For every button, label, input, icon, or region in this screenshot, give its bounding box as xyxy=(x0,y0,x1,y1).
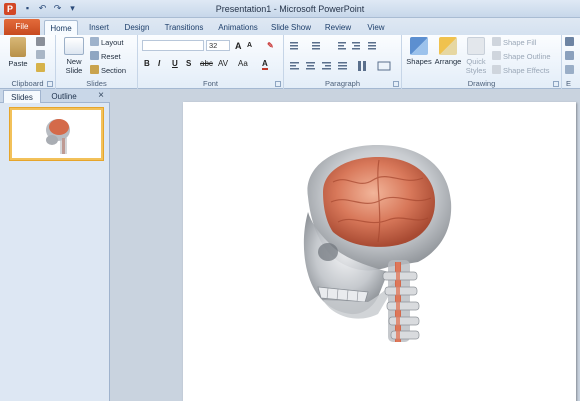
slides-group: New Slide Layout Reset Section Slides xyxy=(56,35,138,89)
paste-button[interactable]: Paste xyxy=(4,37,32,68)
shapes-label: Shapes xyxy=(406,57,432,66)
tab-review[interactable]: Review xyxy=(320,20,356,35)
thumbnail-skull-image xyxy=(46,119,70,154)
tab-insert[interactable]: Insert xyxy=(82,20,116,35)
section-button[interactable]: Section xyxy=(90,65,126,76)
tab-home[interactable]: Home xyxy=(44,20,78,35)
section-label: Section xyxy=(101,66,127,75)
font-launcher-icon[interactable] xyxy=(275,81,281,87)
format-painter-button[interactable] xyxy=(36,63,47,74)
binoculars-icon xyxy=(565,37,574,46)
arrange-button[interactable]: Arrange xyxy=(434,37,462,66)
tab-file[interactable]: File xyxy=(4,19,40,35)
copy-icon xyxy=(36,50,45,59)
slide-canvas[interactable] xyxy=(183,102,576,401)
underline-button[interactable]: U xyxy=(172,59,178,68)
paragraph-launcher-icon[interactable] xyxy=(393,81,399,87)
shadow-button[interactable]: S xyxy=(186,59,191,68)
tab-slides[interactable]: Slides xyxy=(3,90,41,103)
tab-view[interactable]: View xyxy=(362,20,390,35)
editing-group-label: E xyxy=(566,79,572,88)
arrange-label: Arrange xyxy=(434,57,462,66)
character-spacing-button[interactable]: AV xyxy=(218,59,228,68)
slide-thumbnail[interactable] xyxy=(9,107,104,161)
cursor-icon xyxy=(565,65,574,74)
pen-icon xyxy=(492,51,501,60)
copy-button[interactable] xyxy=(36,50,47,61)
shape-fill-button[interactable]: Shape Fill xyxy=(492,37,536,48)
reset-button[interactable]: Reset xyxy=(90,51,121,62)
quick-styles-label-1: Quick xyxy=(466,57,486,66)
shape-effects-label: Shape Effects xyxy=(503,66,550,75)
tab-outline[interactable]: Outline xyxy=(44,90,84,103)
font-size-combo[interactable]: 32 xyxy=(206,40,230,51)
replace-glyph-icon xyxy=(565,51,574,60)
shrink-font-button[interactable]: A xyxy=(247,42,252,49)
shape-effects-button[interactable]: Shape Effects xyxy=(492,65,550,76)
pane-tabs: Slides Outline × xyxy=(0,89,110,103)
new-slide-label-2: Slide xyxy=(65,66,83,75)
tab-slide-show[interactable]: Slide Show xyxy=(268,20,314,35)
title-bar: P ▪ ↶ ↷ ▾ Presentation1 - Microsoft Powe… xyxy=(0,0,580,18)
shape-outline-button[interactable]: Shape Outline xyxy=(492,51,551,62)
drawing-group: Shapes Arrange Quick Styles Shape Fill S… xyxy=(402,35,562,89)
font-group-label: Font xyxy=(202,79,218,88)
paint-bucket-icon xyxy=(492,37,501,46)
scissors-icon xyxy=(36,37,45,46)
tab-design[interactable]: Design xyxy=(120,20,154,35)
section-icon xyxy=(90,65,99,74)
shapes-icon xyxy=(410,37,428,55)
slides-group-label: Slides xyxy=(86,79,107,88)
italic-button[interactable]: I xyxy=(158,59,160,68)
ribbon: Paste Clipboard New Slide Layout Reset S… xyxy=(0,35,580,89)
paragraph-group-label: Paragraph xyxy=(324,79,361,88)
clear-formatting-icon[interactable]: ✎ xyxy=(267,41,274,50)
tab-transitions[interactable]: Transitions xyxy=(160,20,208,35)
grow-font-button[interactable]: A xyxy=(235,41,242,51)
quick-styles-button[interactable]: Quick Styles xyxy=(462,37,490,75)
drawing-launcher-icon[interactable] xyxy=(553,81,559,87)
layout-label: Layout xyxy=(101,38,124,47)
close-pane-icon[interactable]: × xyxy=(98,90,104,102)
paste-icon xyxy=(10,37,26,57)
shape-fill-label: Shape Fill xyxy=(503,38,537,47)
new-slide-label-1: New xyxy=(66,57,82,66)
strikethrough-button[interactable]: abc xyxy=(200,59,213,68)
reset-icon xyxy=(90,51,99,60)
replace-icon[interactable] xyxy=(565,51,576,62)
skull-brain-image[interactable] xyxy=(183,102,576,401)
change-case-button[interactable]: Aa xyxy=(238,59,248,68)
reset-label: Reset xyxy=(101,52,121,61)
clipboard-group: Paste Clipboard xyxy=(0,35,56,89)
layout-icon xyxy=(90,37,99,46)
select-icon[interactable] xyxy=(565,65,576,76)
new-slide-button[interactable]: New Slide xyxy=(60,37,88,75)
find-icon[interactable] xyxy=(565,37,576,48)
brush-icon xyxy=(36,63,45,72)
drawing-group-label: Drawing xyxy=(467,79,496,88)
shape-outline-label: Shape Outline xyxy=(503,52,551,61)
font-name-combo[interactable] xyxy=(142,40,204,51)
clipboard-launcher-icon[interactable] xyxy=(47,81,53,87)
shapes-button[interactable]: Shapes xyxy=(406,37,432,66)
font-group: 32 A A ✎ B I U S abc AV Aa A Font xyxy=(138,35,284,89)
bold-button[interactable]: B xyxy=(144,59,150,68)
layout-button[interactable]: Layout xyxy=(90,37,124,48)
slide-editor xyxy=(111,89,580,401)
cut-button[interactable] xyxy=(36,37,47,48)
editing-group: E xyxy=(562,35,580,89)
ribbon-tabs: File Home Insert Design Transitions Anim… xyxy=(0,18,580,35)
tab-animations[interactable]: Animations xyxy=(214,20,262,35)
paste-label: Paste xyxy=(8,59,28,68)
font-color-button[interactable]: A xyxy=(262,59,268,70)
slides-pane: Slides Outline × 1 xyxy=(0,89,110,401)
effects-icon xyxy=(492,65,501,74)
paragraph-controls-icon[interactable] xyxy=(288,39,398,75)
quick-styles-icon xyxy=(467,37,485,55)
new-slide-icon xyxy=(64,37,84,55)
arrange-icon xyxy=(439,37,457,55)
quick-styles-label-2: Styles xyxy=(465,66,487,75)
paragraph-group: Paragraph xyxy=(284,35,402,89)
window-title: Presentation1 - Microsoft PowerPoint xyxy=(215,4,365,14)
